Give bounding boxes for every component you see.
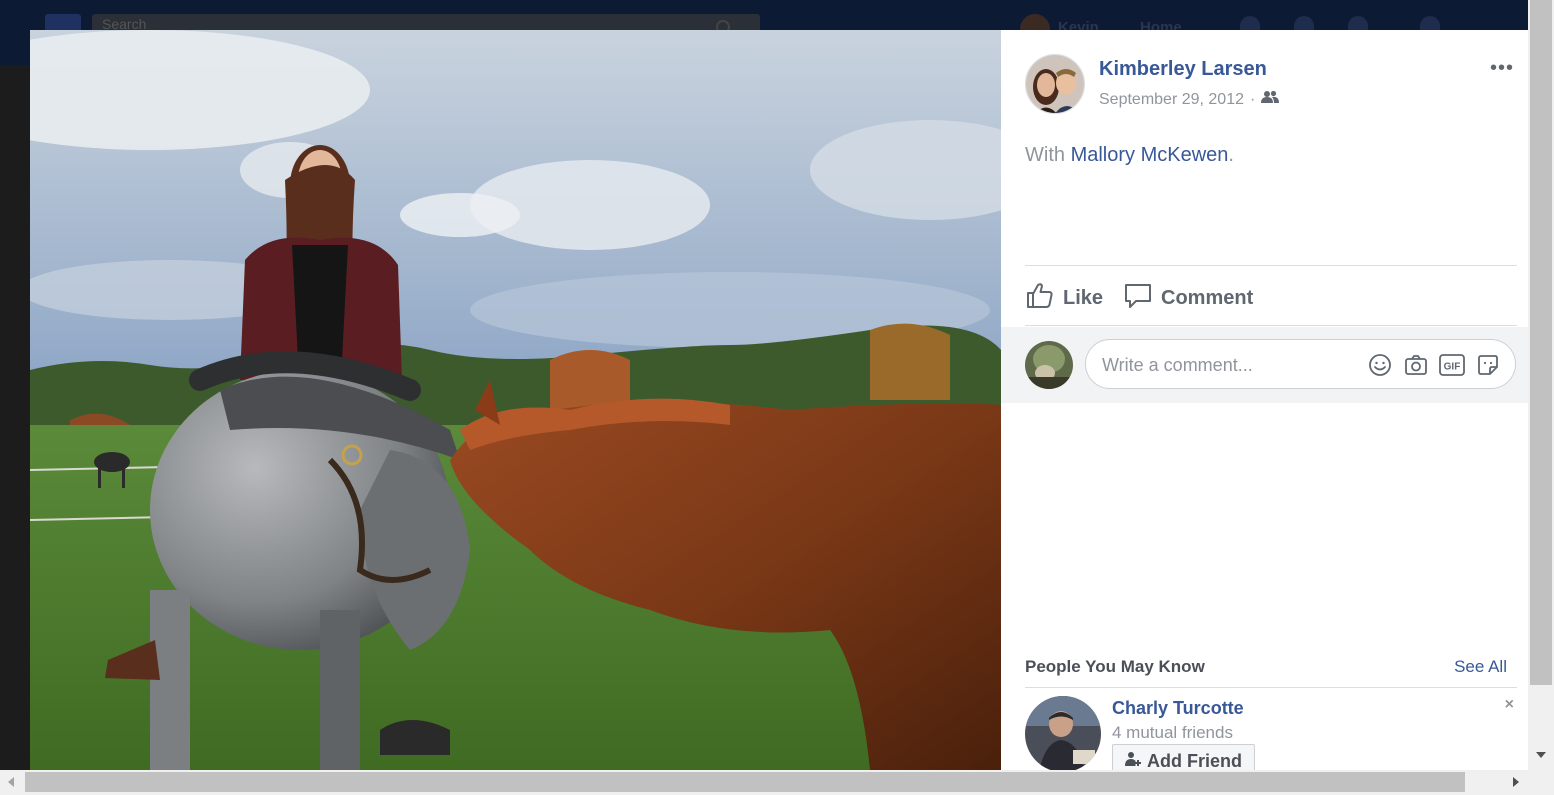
with-prefix: With — [1025, 144, 1071, 166]
post-text: With Mallory McKewen. — [1025, 144, 1234, 167]
horizontal-scrollbar-thumb[interactable] — [25, 772, 1465, 792]
gif-text: GIF — [1444, 362, 1461, 373]
like-label: Like — [1063, 286, 1104, 309]
add-friend-icon — [1125, 751, 1141, 771]
post-meta: September 29, 2012 · — [1099, 90, 1280, 109]
add-friend-button[interactable]: Add Friend — [1112, 744, 1255, 770]
scroll-right-arrow-icon[interactable] — [1513, 777, 1519, 787]
scroll-down-arrow-icon[interactable] — [1536, 752, 1546, 758]
add-friend-label: Add Friend — [1147, 750, 1242, 771]
author-name-link[interactable]: Kimberley Larsen — [1099, 58, 1267, 81]
user-name-link[interactable]: Kevin — [1058, 18, 1099, 30]
comment-input-box[interactable]: GIF — [1085, 339, 1516, 389]
post-date-link[interactable]: September 29, 2012 — [1099, 91, 1244, 109]
horses-photo-illustration — [30, 30, 1001, 770]
dismiss-suggestion-icon[interactable]: × — [1505, 696, 1514, 714]
see-all-link[interactable]: See All — [1454, 657, 1507, 677]
post-photo[interactable] — [30, 30, 1001, 770]
post-details-panel: Kimberley Larsen September 29, 2012 · ••… — [1001, 30, 1528, 770]
friends-icon[interactable] — [1261, 90, 1280, 109]
horizontal-scrollbar[interactable] — [0, 770, 1554, 795]
comment-input[interactable] — [1100, 352, 1354, 378]
search-input[interactable]: Search — [92, 14, 760, 30]
messages-icon[interactable] — [1294, 16, 1314, 30]
comment-label: Comment — [1161, 286, 1254, 309]
user-avatar[interactable] — [1020, 14, 1050, 30]
comment-button[interactable]: Comment — [1123, 280, 1253, 316]
friend-requests-icon[interactable] — [1240, 16, 1260, 30]
pymk-divider — [1025, 687, 1517, 688]
more-options-button[interactable]: ••• — [1490, 58, 1514, 78]
pymk-title: People You May Know — [1025, 657, 1205, 676]
with-suffix: . — [1228, 144, 1234, 166]
suggested-person-name-link[interactable]: Charly Turcotte — [1112, 698, 1244, 719]
gif-icon[interactable]: GIF — [1439, 352, 1465, 378]
post-actions-bar: Like Comment — [1025, 265, 1517, 326]
comment-composer: GIF — [1001, 327, 1528, 403]
author-avatar-image — [1026, 55, 1084, 113]
camera-icon[interactable] — [1403, 352, 1429, 378]
speech-bubble-icon — [1123, 280, 1153, 316]
thumbs-up-icon — [1025, 280, 1055, 316]
home-link[interactable]: Home — [1140, 18, 1182, 30]
tagged-person-link[interactable]: Mallory McKewen — [1071, 144, 1229, 166]
notifications-icon[interactable] — [1348, 16, 1368, 30]
like-button[interactable]: Like — [1025, 280, 1103, 316]
scroll-left-arrow-icon[interactable] — [8, 777, 14, 787]
vertical-scrollbar[interactable] — [1528, 0, 1554, 770]
sticker-icon[interactable] — [1475, 352, 1501, 378]
vertical-scrollbar-thumb[interactable] — [1530, 0, 1552, 685]
help-icon[interactable] — [1420, 16, 1440, 30]
current-user-avatar[interactable] — [1025, 341, 1073, 389]
emoji-icon[interactable] — [1367, 352, 1393, 378]
author-avatar[interactable] — [1025, 54, 1085, 114]
facebook-logo-icon[interactable] — [45, 14, 81, 30]
meta-separator: · — [1250, 90, 1256, 108]
mutual-friends-count[interactable]: 4 mutual friends — [1112, 723, 1233, 743]
suggested-person-avatar[interactable] — [1025, 696, 1101, 770]
